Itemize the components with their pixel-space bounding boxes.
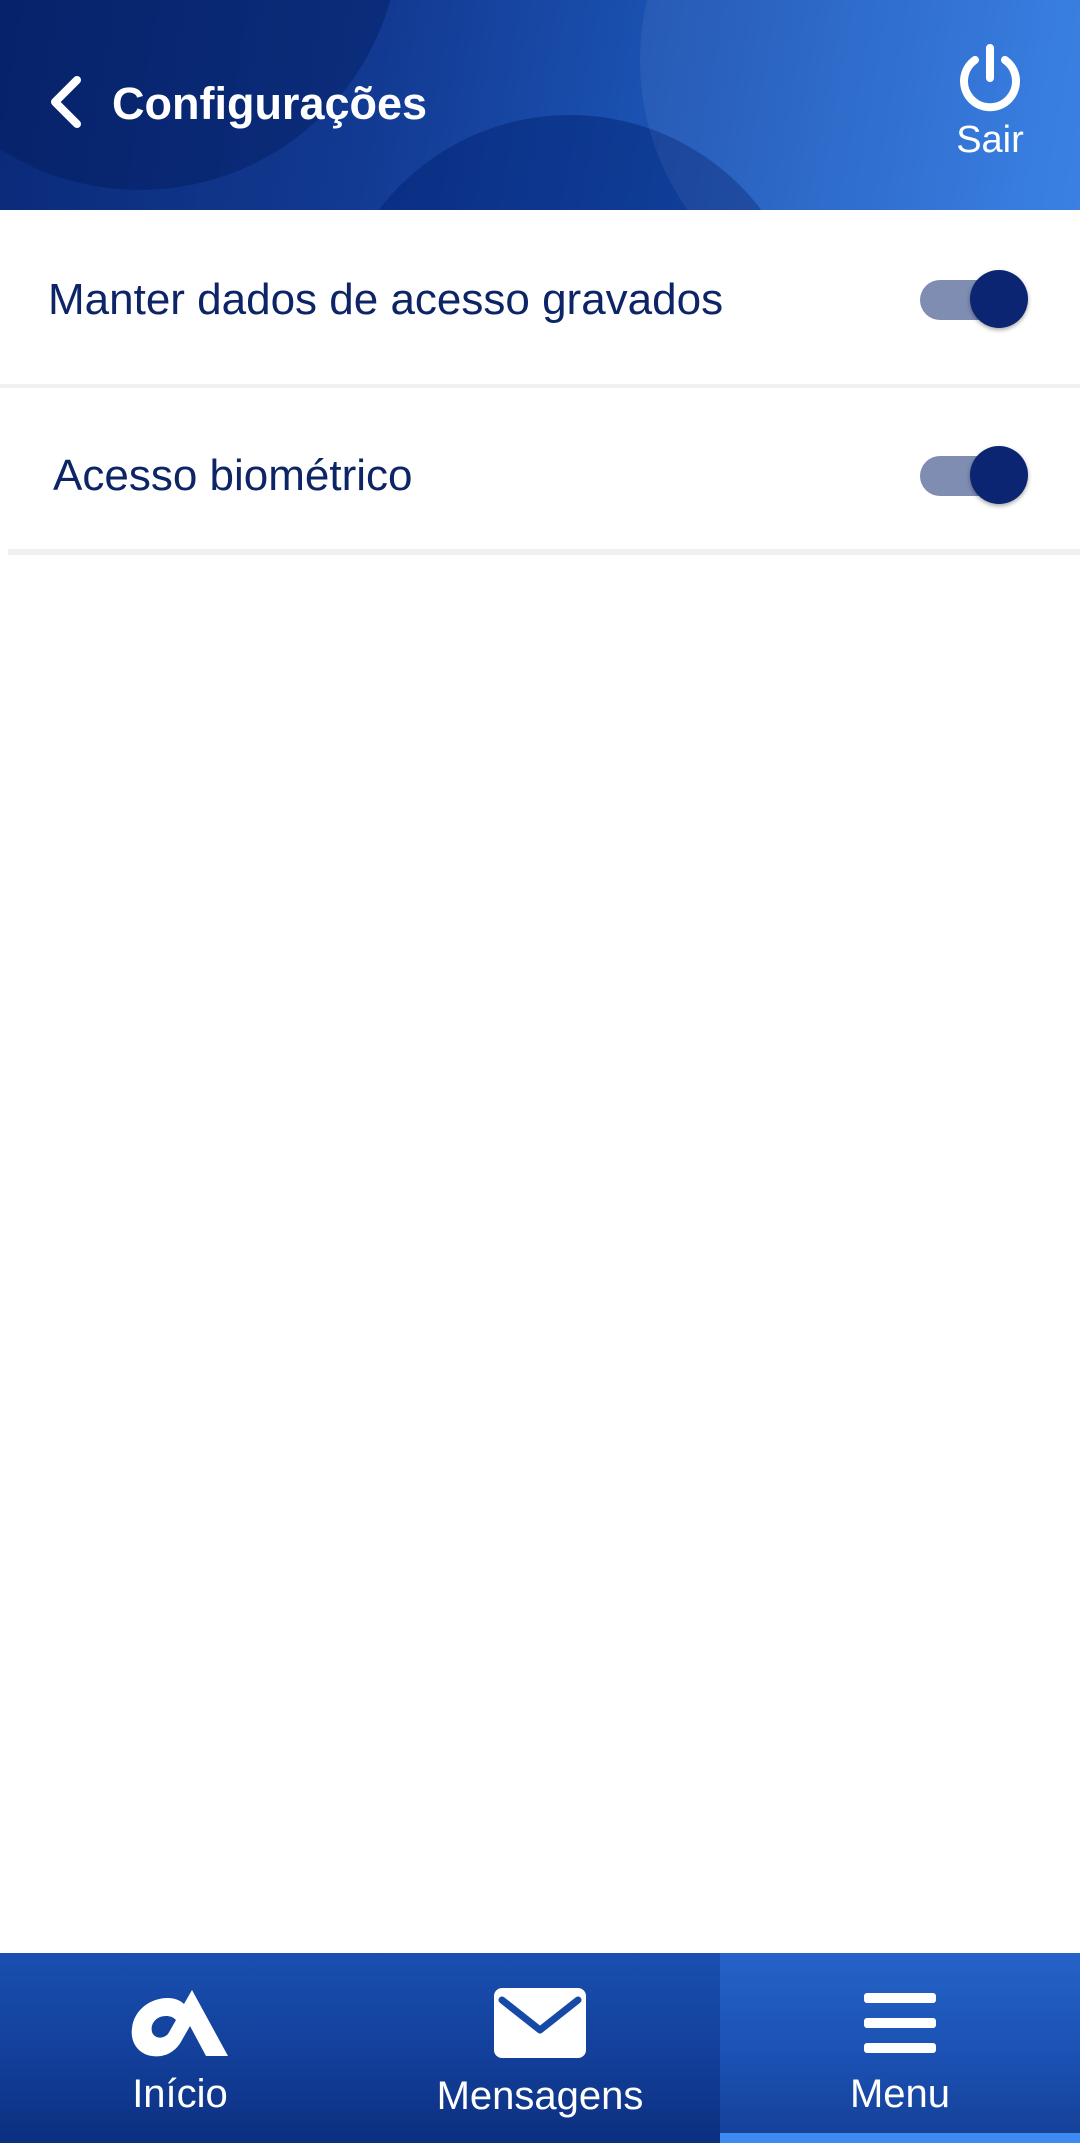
setting-label-keep-login: Manter dados de acesso gravados bbox=[48, 275, 724, 324]
nav-label-home: Início bbox=[132, 2072, 228, 2116]
nav-icon-container bbox=[494, 1983, 586, 2063]
setting-row-keep-login: Manter dados de acesso gravados bbox=[0, 212, 1080, 382]
keep-login-toggle[interactable] bbox=[918, 268, 1030, 330]
logout-label: Sair bbox=[956, 119, 1024, 161]
nav-label-messages: Mensagens bbox=[436, 2074, 644, 2118]
brand-logo-icon bbox=[131, 1990, 228, 2057]
power-icon bbox=[960, 44, 1020, 112]
page-title: Configurações bbox=[112, 78, 428, 129]
setting-label-biometric: Acesso biométrico bbox=[53, 451, 413, 500]
setting-row-biometric: Acesso biométrico bbox=[0, 388, 1080, 558]
nav-label-menu: Menu bbox=[849, 2072, 951, 2116]
app-header: Configurações Sair bbox=[0, 0, 1080, 210]
chevron-left-icon bbox=[51, 76, 81, 128]
logout-button[interactable]: Sair bbox=[940, 42, 1040, 172]
nav-item-home[interactable]: Início bbox=[0, 1953, 360, 2143]
nav-item-messages[interactable]: Mensagens bbox=[360, 1953, 720, 2143]
nav-icon-container bbox=[864, 1983, 936, 2063]
biometric-toggle[interactable] bbox=[918, 444, 1030, 506]
toggle-thumb bbox=[970, 446, 1028, 504]
nav-item-menu[interactable]: Menu bbox=[720, 1953, 1080, 2143]
hamburger-menu-icon bbox=[864, 1993, 936, 2053]
envelope-icon bbox=[494, 1988, 586, 2058]
back-button[interactable] bbox=[30, 62, 100, 142]
toggle-thumb bbox=[970, 270, 1028, 328]
bottom-navigation: Início Mensagens Menu bbox=[0, 1953, 1080, 2143]
nav-icon-container bbox=[130, 1983, 230, 2063]
active-tab-indicator bbox=[720, 2133, 1080, 2143]
divider bbox=[8, 549, 1080, 555]
